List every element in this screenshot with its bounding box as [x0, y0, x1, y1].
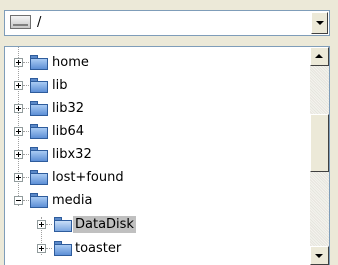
tree-item-label: media	[52, 193, 93, 208]
tree-item-label: home	[52, 55, 89, 70]
expand-icon[interactable]	[37, 244, 46, 253]
triangle-down-icon	[316, 21, 324, 25]
tree-line	[23, 62, 29, 64]
folder-icon	[30, 124, 48, 139]
scroll-down-button[interactable]	[310, 246, 329, 265]
expand-icon[interactable]	[37, 220, 46, 229]
triangle-up-icon	[315, 54, 323, 58]
path-value: /	[37, 15, 42, 30]
tree-item-label: DataDisk	[73, 216, 136, 233]
tree-line	[23, 108, 29, 110]
tree-item-datadisk[interactable]: DataDisk	[5, 213, 310, 236]
folder-open-icon	[54, 217, 72, 232]
tree-line	[23, 131, 29, 133]
scroll-thumb[interactable]	[310, 114, 329, 172]
scroll-up-button[interactable]	[310, 47, 329, 66]
drive-icon	[10, 15, 31, 29]
tree-line	[23, 177, 29, 179]
tree-item-lib32[interactable]: lib32	[5, 97, 310, 120]
expand-icon[interactable]	[14, 173, 23, 182]
expand-icon[interactable]	[14, 58, 23, 67]
expand-icon[interactable]	[14, 150, 23, 159]
tree-item-toaster[interactable]: toaster	[5, 237, 310, 260]
tree-item-home[interactable]: home	[5, 51, 310, 74]
folder-icon	[30, 170, 48, 185]
tree-line	[23, 200, 29, 202]
tree-item-label: lib	[52, 78, 68, 93]
tree-line	[23, 85, 29, 87]
tree-line	[23, 154, 29, 156]
folder-icon	[54, 241, 72, 256]
folder-icon	[30, 193, 48, 208]
vertical-scrollbar[interactable]	[310, 47, 329, 265]
tree-item-lost-found[interactable]: lost+found	[5, 166, 310, 189]
collapse-icon[interactable]	[14, 196, 23, 205]
tree-item-label: toaster	[75, 241, 122, 256]
expand-icon[interactable]	[14, 104, 23, 113]
tree-item-label: lib32	[52, 101, 85, 116]
folder-icon	[30, 147, 48, 162]
tree-item-label: lib64	[52, 124, 85, 139]
tree-item-libx32[interactable]: libx32	[5, 143, 310, 166]
tree-item-label: lost+found	[52, 170, 124, 185]
folder-icon	[30, 55, 48, 70]
expand-icon[interactable]	[14, 81, 23, 90]
folder-icon	[30, 78, 48, 93]
dropdown-button[interactable]	[311, 12, 328, 34]
folder-icon	[30, 101, 48, 116]
triangle-down-icon	[315, 254, 323, 258]
path-combobox[interactable]: /	[4, 10, 330, 36]
expand-icon[interactable]	[14, 127, 23, 136]
tree-line	[46, 224, 52, 226]
tree-item-media[interactable]: media	[5, 189, 310, 212]
tree-item-lib[interactable]: lib	[5, 74, 310, 97]
tree-item-lib64[interactable]: lib64	[5, 120, 310, 143]
tree-line	[46, 248, 52, 250]
tree-item-label: libx32	[52, 147, 92, 162]
folder-tree[interactable]: home lib lib32 lib64 libx32 lost+found m…	[4, 46, 330, 265]
